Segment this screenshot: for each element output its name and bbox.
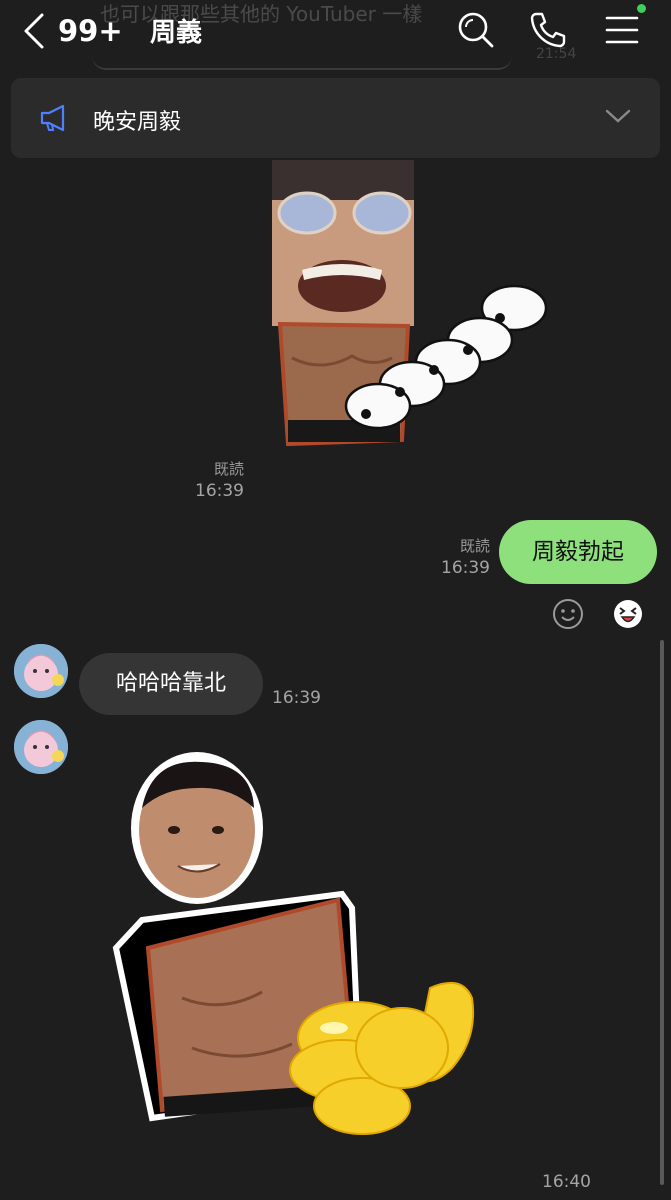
avatar[interactable] — [14, 720, 68, 774]
chevron-down-icon[interactable] — [605, 108, 631, 124]
laughing-face-icon[interactable] — [612, 598, 644, 630]
message-time: 16:39 — [195, 481, 244, 501]
chat-header: 也可以跟那些其他的 YouTuber 一樣 21:54 99+ 周義 — [0, 0, 671, 70]
sticker-image[interactable] — [262, 158, 558, 458]
chevron-left-icon — [24, 13, 44, 49]
read-label: 既読 — [459, 537, 490, 555]
notification-dot — [637, 4, 646, 13]
message-time: 16:40 — [542, 1172, 591, 1192]
avatar-image — [14, 720, 68, 774]
back-button[interactable]: 99+ — [22, 10, 152, 52]
announcement-text: 晚安周毅 — [93, 110, 182, 135]
search-button[interactable] — [456, 10, 496, 50]
message-meta: 既読 16:39 — [150, 458, 244, 502]
avatar[interactable] — [14, 644, 68, 698]
message-time: 16:39 — [272, 688, 321, 708]
megaphone-icon — [40, 104, 65, 132]
smiley-icon[interactable] — [552, 598, 584, 630]
chat-screen: 也可以跟那些其他的 YouTuber 一樣 21:54 99+ 周義 晚安周毅 … — [0, 0, 671, 1200]
sticker-image[interactable] — [112, 748, 492, 1158]
message-time: 16:39 — [441, 558, 490, 578]
scrollbar[interactable] — [660, 640, 664, 1185]
message-meta: 既読 16:39 — [396, 535, 490, 579]
call-button[interactable] — [528, 10, 568, 50]
search-icon — [458, 12, 494, 48]
message-bubble-incoming[interactable]: 哈哈哈靠北 — [79, 653, 263, 715]
avatar-image — [14, 644, 68, 698]
chat-title: 周義 — [150, 18, 203, 48]
read-label: 既読 — [213, 460, 244, 478]
phone-icon — [530, 12, 566, 48]
announcement-bar[interactable]: 晚安周毅 — [11, 78, 660, 158]
unread-count: 99+ — [58, 14, 123, 48]
menu-icon — [605, 16, 639, 44]
menu-button[interactable] — [602, 10, 642, 50]
message-bubble-outgoing[interactable]: 周毅勃起 — [499, 520, 657, 584]
